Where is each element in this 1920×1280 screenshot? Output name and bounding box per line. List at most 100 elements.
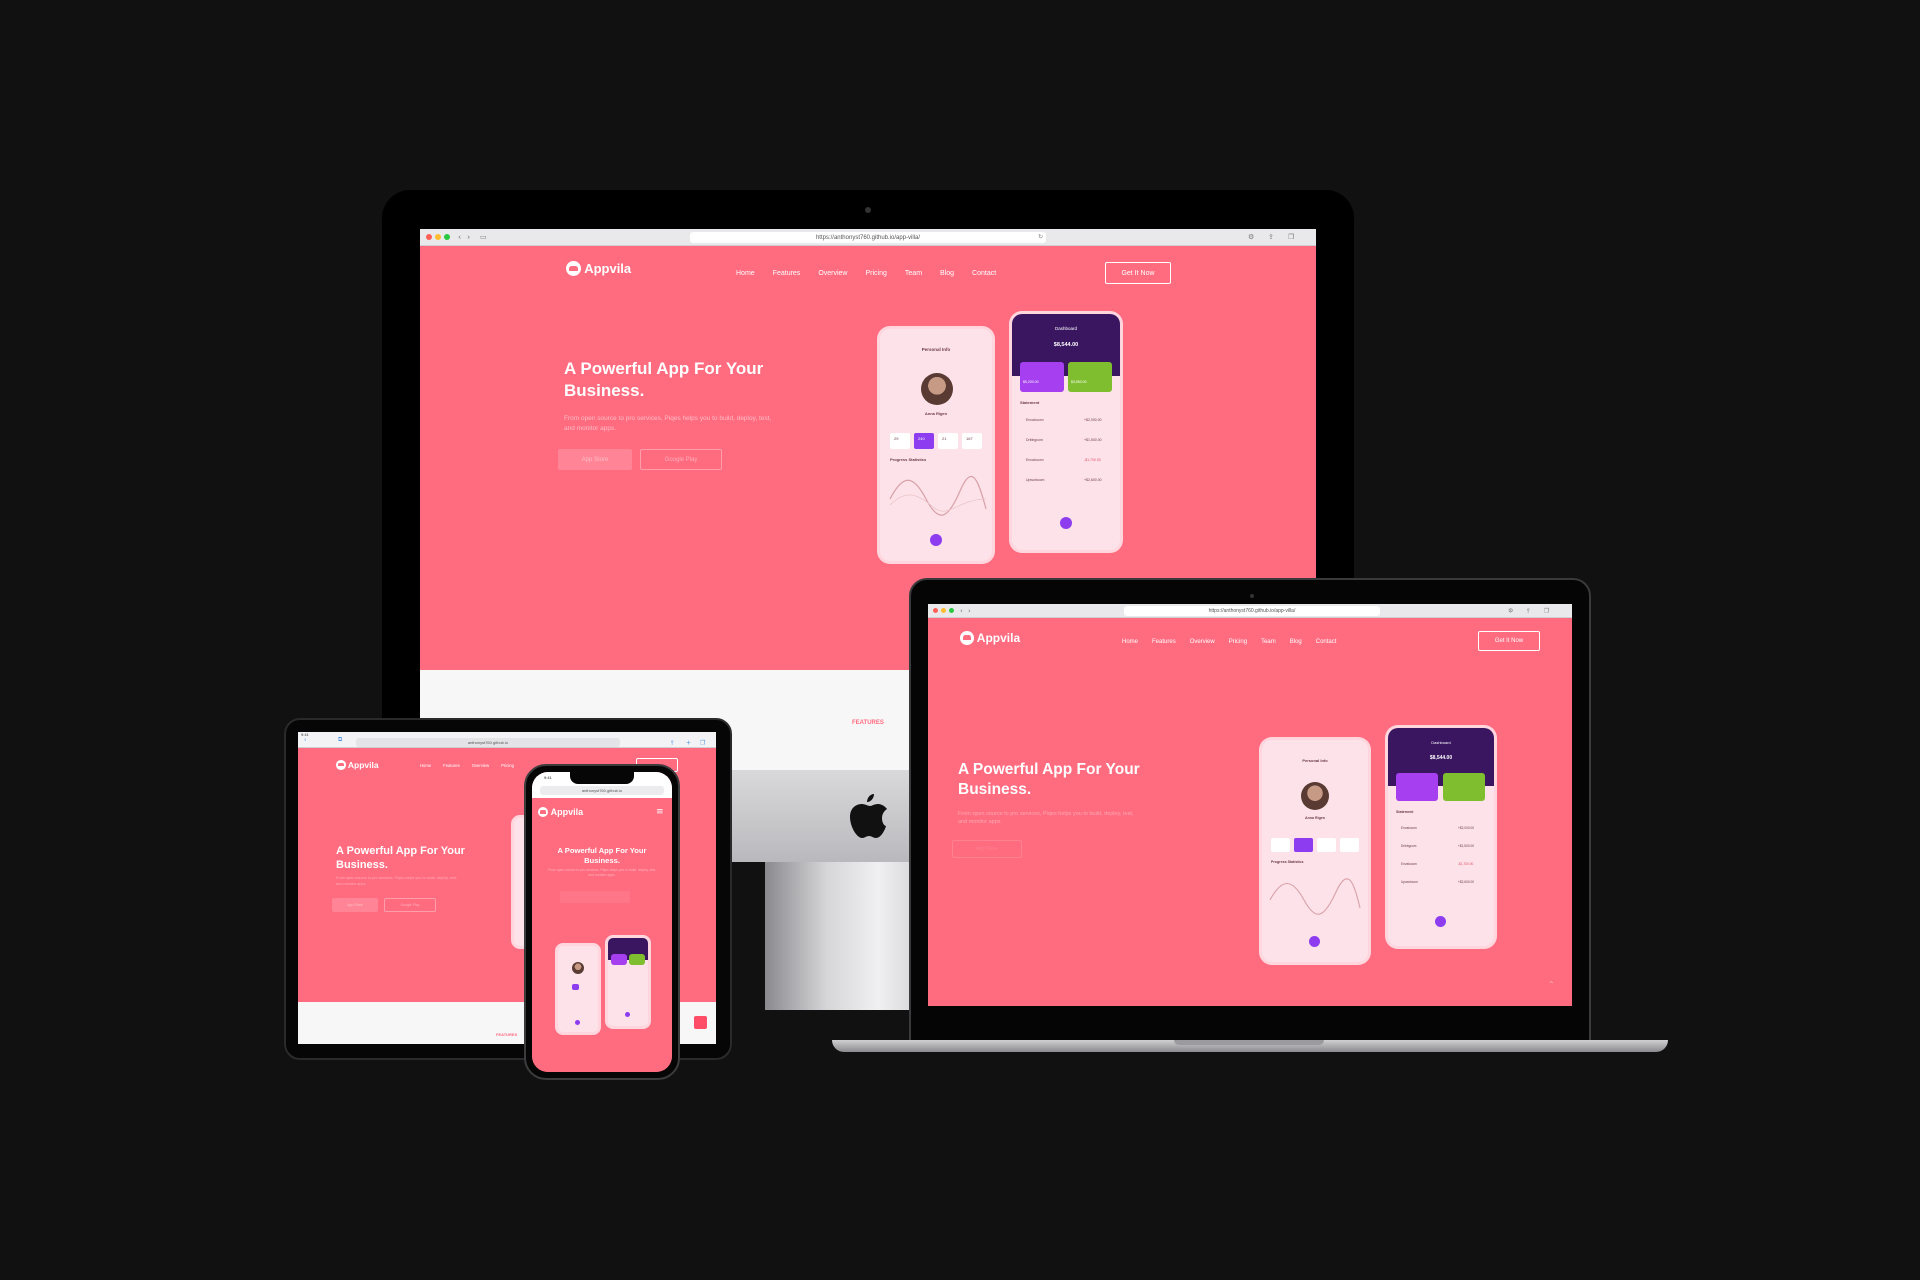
bookmarks-icon[interactable]: ⧉ (338, 736, 342, 744)
forward-icon[interactable]: › (968, 607, 971, 615)
close-dot[interactable] (426, 234, 432, 240)
app-store-button[interactable] (560, 891, 630, 903)
nav-overview[interactable]: Overview (472, 763, 489, 768)
share-icon[interactable]: ⇪ (1268, 233, 1274, 241)
tabs-icon[interactable]: ❐ (1288, 233, 1294, 241)
close-dot[interactable] (933, 607, 938, 613)
mock-phone-dashboard: Dashboard $8,544.00 Statement Envatocom … (1388, 728, 1494, 946)
hero-subtitle-line-1: From open source to pro services, Piqes … (336, 876, 458, 880)
hero-subtitle-line-2: and monitor apps. (588, 873, 616, 878)
extension-icon[interactable]: ⚙ (1508, 607, 1513, 614)
iphone-notch (570, 772, 634, 784)
forward-icon[interactable]: › (467, 233, 470, 242)
extension-icon[interactable]: ⚙ (1248, 233, 1254, 241)
nav-home[interactable]: Home (420, 763, 431, 768)
mock-fab-dashboard (1435, 916, 1446, 927)
address-bar[interactable]: anthonyst760.github.io (540, 786, 664, 795)
apple-logo-icon (850, 794, 887, 838)
tabs-icon[interactable]: ❐ (1544, 607, 1549, 614)
app-store-button[interactable]: App Store (558, 449, 632, 470)
hero-title-line-2: Business. (584, 855, 620, 865)
mock-card-green (1443, 773, 1485, 801)
minimize-dot[interactable] (941, 607, 946, 613)
address-bar[interactable]: https://anthonyst760.github.io/app-villa… (1124, 606, 1380, 616)
mock-fab-dashboard (1060, 517, 1072, 529)
hero-subtitle-line-2: and monitor apps. (336, 881, 367, 886)
nav-team[interactable]: Team (905, 270, 922, 277)
mock-fab-dashboard (625, 1012, 630, 1017)
mock-stat-3-value: 21 (942, 436, 947, 441)
brand-name: Appvila (550, 807, 584, 818)
back-icon[interactable]: ‹ (960, 607, 963, 615)
zoom-dot[interactable] (444, 234, 450, 240)
share-icon[interactable]: ⇪ (1526, 607, 1531, 614)
mock-card-purple (1020, 362, 1064, 392)
logo-mark-icon (538, 807, 549, 818)
mock-row-4-name: Upworkcom (1401, 880, 1418, 884)
nav-pricing[interactable]: Pricing (866, 270, 887, 277)
hero-title: A Powerful App For Your Business. (564, 358, 763, 402)
app-store-button[interactable]: App Store (952, 840, 1022, 858)
minimize-dot[interactable] (435, 234, 441, 240)
tabs-icon[interactable]: ❐ (700, 739, 705, 746)
site-logo[interactable]: Appvila (566, 261, 631, 276)
mock-avatar (1301, 782, 1329, 810)
nav-blog[interactable]: Blog (1290, 639, 1302, 645)
mock-balance: $8,544.00 (1429, 755, 1453, 761)
nav-blog[interactable]: Blog (940, 270, 954, 277)
back-to-top-button[interactable] (694, 1016, 707, 1029)
nav-overview[interactable]: Overview (1190, 639, 1215, 645)
mock-dashboard-title: Dashboard (1054, 326, 1077, 331)
back-icon[interactable]: ‹ (304, 736, 306, 743)
mock-row-2-amount: +$1,500.00 (1084, 438, 1102, 442)
hero-subtitle-line-2: and monitor apps. (564, 424, 617, 432)
google-play-button[interactable]: Google Play (384, 898, 436, 912)
new-tab-icon[interactable]: + (686, 739, 691, 746)
address-bar-text: https://anthonyst760.github.io/app-villa… (1208, 608, 1296, 614)
reload-icon[interactable]: ↻ (1038, 234, 1043, 241)
mock-row-3-amount: -$1,700.00 (1458, 862, 1474, 866)
get-it-now-button[interactable]: Get It Now (1105, 262, 1171, 284)
hero-title-line-2: Business. (336, 859, 388, 872)
mock-card-purple (611, 954, 627, 965)
share-icon[interactable]: ⇪ (670, 739, 675, 746)
site-logo[interactable]: Appvila (960, 631, 1020, 645)
nav-team[interactable]: Team (1261, 639, 1276, 645)
nav-pricing[interactable]: Pricing (1229, 639, 1247, 645)
app-store-button[interactable]: App Store (332, 898, 378, 912)
mock-row-4-amount: +$2,600.00 (1458, 880, 1475, 884)
nav-features[interactable]: Features (443, 763, 460, 768)
mock-fab (575, 1020, 580, 1025)
chevron-up-icon[interactable]: ⌃ (1548, 980, 1555, 989)
mock-user-name: Anna Rigen (1305, 816, 1325, 820)
brand-name: Appvila (584, 261, 632, 276)
mock-progress-chart (889, 475, 987, 516)
hamburger-icon[interactable]: ≡ (656, 807, 664, 817)
site-logo[interactable]: Appvila (336, 760, 379, 770)
mock-card-2-value: $3,550.00 (1071, 380, 1087, 384)
address-bar-text: anthonyst760.github.io (581, 788, 623, 793)
nav-overview[interactable]: Overview (818, 270, 847, 277)
address-bar[interactable]: https://anthonyst760.github.io/app-villa… (690, 232, 1046, 243)
hero-title-line-1: A Powerful App For Your (336, 845, 465, 857)
hero-title-line-2: Business. (958, 781, 1032, 799)
zoom-dot[interactable] (949, 607, 954, 613)
nav-features[interactable]: Features (1152, 639, 1176, 645)
site-logo[interactable]: Appvila (538, 807, 584, 818)
nav-contact[interactable]: Contact (972, 270, 996, 277)
macbook-camera (1250, 594, 1254, 598)
sidebar-icon[interactable]: ▭ (480, 233, 487, 241)
nav-home[interactable]: Home (1122, 639, 1138, 645)
nav-pricing[interactable]: Pricing (501, 763, 514, 768)
mock-fab (1309, 936, 1320, 947)
nav-contact[interactable]: Contact (1316, 639, 1337, 645)
nav-features[interactable]: Features (773, 270, 801, 277)
google-play-button[interactable]: Google Play (640, 449, 722, 470)
mock-fab (930, 534, 942, 546)
mock-statement-title: Statement (1396, 810, 1414, 814)
get-it-now-button[interactable]: Get It Now (1478, 631, 1540, 651)
hero-subtitle: From open source to pro services, Piqes … (542, 868, 662, 878)
address-bar[interactable]: anthonyst760.github.io (356, 738, 620, 747)
back-icon[interactable]: ‹ (458, 233, 461, 242)
nav-home[interactable]: Home (736, 270, 755, 277)
